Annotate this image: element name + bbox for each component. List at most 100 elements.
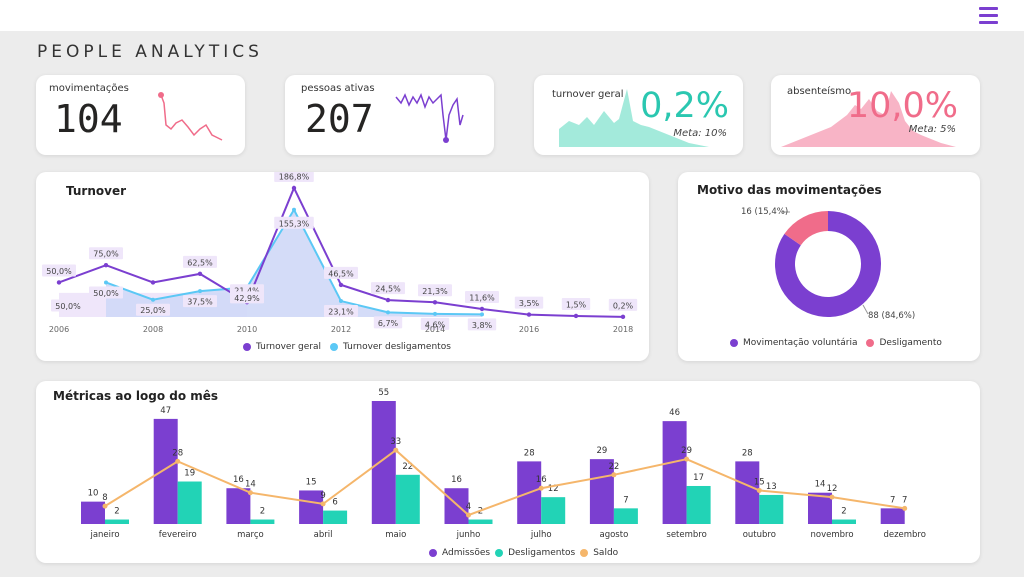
legend-dot [730,339,738,347]
hamburger-menu-icon[interactable] [979,7,998,24]
legend-dot [866,339,875,347]
kpi-card-pessoas-ativas: pessoas ativas 207 [285,75,494,155]
x-tick-label: 2008 [143,325,163,334]
motivo-legend: Movimentação voluntária Desligamento [730,338,942,348]
data-label: 50,0% [93,289,119,298]
bar-value-label: 6 [332,498,337,508]
legend-dot [329,343,338,351]
x-tick-label: agosto [600,530,629,540]
bar-admissoes [662,421,687,524]
saldo-value-label: 15 [754,477,765,487]
donut-label: 16 (15,4%) [741,207,788,217]
top-bar [0,0,1024,31]
kpi-meta: Meta: 5% [908,124,956,135]
x-tick-label: junho [456,530,481,540]
bar-value-label: 46 [669,408,680,418]
turnover-geral-point [385,297,391,303]
saldo-point [538,485,544,491]
x-tick-label: dezembro [883,530,926,540]
bar-value-label: 7 [890,495,895,505]
data-label: 37,5% [187,298,213,307]
turnover-geral-point [291,185,297,191]
page-title: PEOPLE ANALYTICS [37,42,263,62]
data-label: 0,2% [613,301,634,310]
x-tick-label: março [237,530,264,540]
bar-admissoes [735,461,760,524]
saldo-point [829,494,835,500]
data-label: 50,0% [46,267,72,276]
bar-desligamentos [759,494,784,524]
kpi-label: absenteísmo [787,86,852,97]
x-tick-label: setembro [666,530,706,540]
data-label: 3,5% [519,299,540,308]
pessoas-ativas-sparkline [395,93,464,143]
bar-value-label: 29 [596,446,607,456]
data-label: 1,5% [566,300,587,309]
turnover-geral-point [526,312,532,317]
legend-label: Saldo [593,548,619,558]
saldo-point [102,503,108,509]
x-tick-label: fevereiro [159,530,197,540]
legend-label: Turnover geral [256,342,321,352]
legend-dot [243,343,251,351]
data-label: 42,9% [234,294,260,303]
saldo-point [902,505,908,511]
data-label: 23,1% [328,308,354,317]
turnover-desligamentos-point [198,289,202,294]
saldo-value-label: 4 [466,502,471,512]
x-tick-label: 2014 [425,325,445,334]
data-label: 11,6% [469,293,495,302]
bar-desligamentos [541,497,566,524]
data-label: 155,3% [279,219,310,228]
saldo-value-label: 22 [608,462,619,472]
bar-desligamentos [468,519,493,524]
bar-desligamentos [613,508,638,524]
bar-admissoes [880,508,905,524]
bar-value-label: 28 [524,448,535,458]
legend-label: Desligamento [879,338,942,348]
bar-value-label: 7 [623,495,628,505]
data-label: 25,0% [140,306,166,315]
saldo-point [175,458,181,464]
saldo-point [247,490,253,496]
turnover-chart-card: Turnover 50,0% 75,0% 62,5% 21,4% 186,8% 46,5%… [36,172,649,361]
legend-dot [429,549,437,557]
bar-desligamentos [686,485,711,524]
turnover-geral-point [197,271,203,277]
bar-value-label: 2 [260,507,265,517]
bar-desligamentos [395,474,420,524]
x-tick-label: 2016 [519,325,539,334]
bar-desligamentos [250,519,275,524]
metricas-chart-card: Métricas ao logo do mês 10 2 janeiro 47 19 fe… [36,381,980,563]
saldo-point [320,501,326,507]
x-tick-label: 2012 [331,325,351,334]
bar-desligamentos [177,481,202,524]
saldo-value-label: 12 [827,484,838,494]
turnover-geral-point [103,263,109,268]
bar-admissoes [371,401,396,524]
kpi-value: 10,0% [846,86,958,126]
data-label: 21,3% [422,287,448,296]
x-tick-label: outubro [743,530,776,540]
x-tick-label: 2006 [49,325,69,334]
x-tick-label: 2018 [613,325,633,334]
bar-desligamentos [105,519,129,524]
saldo-point [684,456,690,462]
x-tick-label: abril [314,530,333,540]
data-label: 3,8% [472,321,493,330]
bar-value-label: 17 [693,473,704,483]
bar-value-label: 55 [378,388,389,398]
saldo-value-label: 33 [390,437,401,447]
turnover-geral-point [479,306,485,312]
bar-value-label: 10 [88,489,99,499]
data-label: 62,5% [187,258,213,267]
kpi-card-absenteismo: absenteísmo 10,0% Meta: 5% [771,75,980,155]
metricas-legend: Admissões Desligamentos Saldo [429,548,618,558]
motivo-chart-card: Motivo das movimentações 88 (84,6%) 16 (1… [678,172,980,361]
donut-label: 88 (84,6%) [868,311,915,321]
motivo-donut-chart: 88 (84,6%) 16 (15,4%) [741,207,915,321]
legend-label: Desligamentos [508,548,576,558]
bar-admissoes [81,501,105,524]
turnover-geral-point [432,300,438,305]
bar-value-label: 2 [841,507,846,517]
